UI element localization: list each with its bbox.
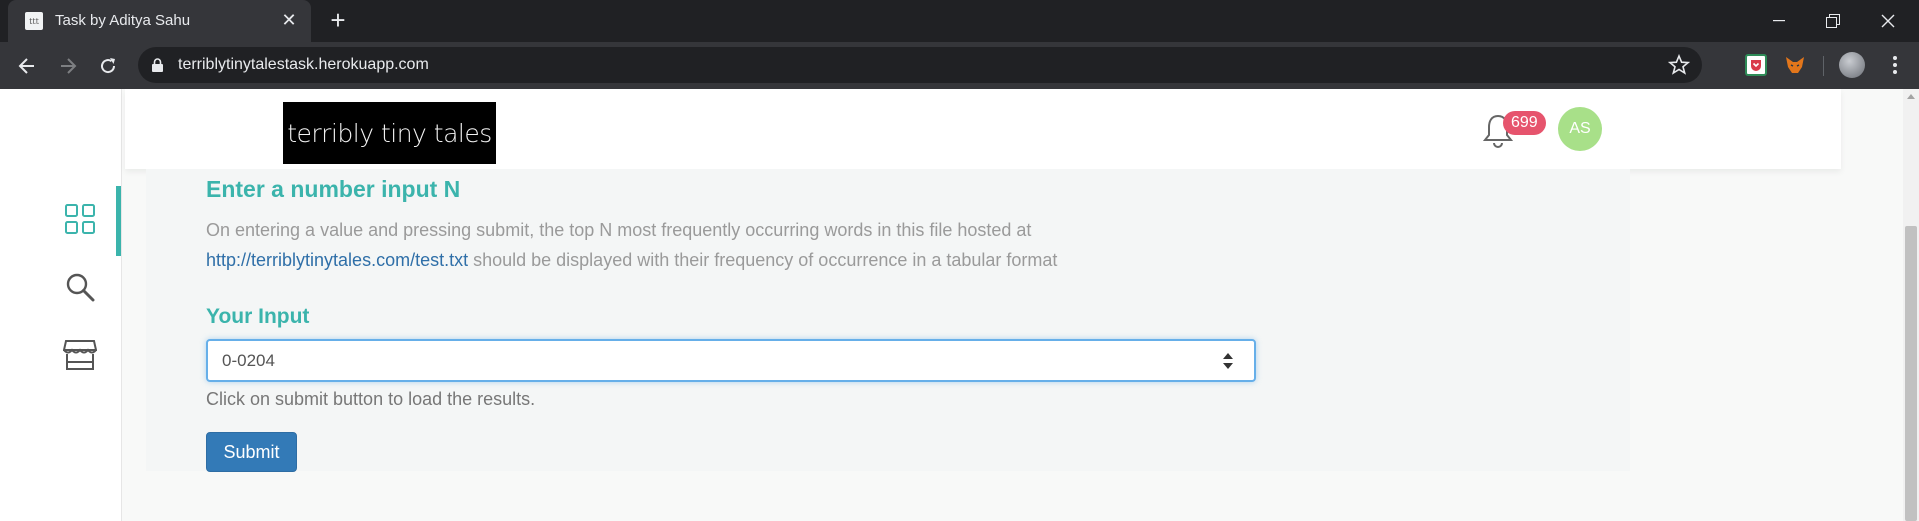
number-input[interactable]: [206, 339, 1256, 382]
input-label: Your Input: [206, 305, 310, 328]
top-header: terribly tiny tales 699 AS: [125, 89, 1841, 169]
browser-tab-bar: ttt Task by Aditya Sahu ✕ +: [0, 0, 1919, 42]
address-bar[interactable]: terriblytinytalestask.herokuapp.com: [138, 47, 1702, 83]
sidebar-item-dashboard[interactable]: [60, 199, 100, 239]
notification-badge: 699: [1503, 111, 1546, 135]
sidebar: [0, 89, 122, 521]
store-icon: [63, 340, 97, 370]
browser-menu-icon[interactable]: [1885, 53, 1905, 77]
toolbar-separator: [1823, 56, 1824, 76]
lock-icon: [152, 58, 163, 77]
tab-close-icon[interactable]: ✕: [278, 9, 300, 31]
url-text: terriblytinytalestask.herokuapp.com: [178, 56, 429, 73]
restore-button[interactable]: [1810, 0, 1856, 42]
page: terribly tiny tales 699 AS Enter a numbe…: [0, 89, 1903, 521]
close-window-button[interactable]: [1865, 0, 1911, 42]
sidebar-item-store[interactable]: [60, 335, 100, 375]
ttt-logo[interactable]: terribly tiny tales: [283, 102, 496, 164]
user-avatar[interactable]: AS: [1558, 107, 1602, 151]
hint-text: Click on submit button to load the resul…: [206, 389, 536, 409]
new-tab-button[interactable]: +: [324, 7, 352, 35]
forward-button[interactable]: [53, 51, 83, 81]
description: On entering a value and pressing submit,…: [206, 215, 1206, 275]
back-button[interactable]: [12, 51, 42, 81]
browser-toolbar: terriblytinytalestask.herokuapp.com: [0, 42, 1919, 89]
minimize-button[interactable]: [1756, 0, 1802, 42]
reload-button[interactable]: [93, 51, 123, 81]
description-text: On entering a value and pressing submit,…: [206, 220, 1032, 240]
page-heading: Enter a number input N: [206, 176, 461, 202]
scroll-thumb[interactable]: [1905, 226, 1917, 521]
bookmark-star-icon[interactable]: [1667, 53, 1691, 81]
search-icon: [66, 273, 95, 302]
number-stepper[interactable]: [1222, 351, 1234, 371]
browser-tab[interactable]: ttt Task by Aditya Sahu ✕: [8, 0, 311, 42]
tab-title: Task by Aditya Sahu: [55, 12, 191, 29]
sidebar-active-indicator: [116, 186, 121, 256]
sidebar-item-search[interactable]: [60, 267, 100, 307]
favicon-icon: ttt: [25, 12, 43, 30]
description-tail: should be displayed with their frequency…: [468, 250, 1058, 270]
scroll-up-arrow[interactable]: [1907, 94, 1915, 99]
submit-button[interactable]: Submit: [206, 432, 297, 472]
profile-avatar[interactable]: [1839, 52, 1865, 78]
test-file-link[interactable]: http://terriblytinytales.com/test.txt: [206, 250, 468, 270]
page-scrollbar[interactable]: [1903, 89, 1919, 521]
extension-icon[interactable]: [1745, 54, 1767, 76]
grid-icon: [65, 204, 95, 234]
metamask-fox-icon[interactable]: [1784, 54, 1806, 76]
